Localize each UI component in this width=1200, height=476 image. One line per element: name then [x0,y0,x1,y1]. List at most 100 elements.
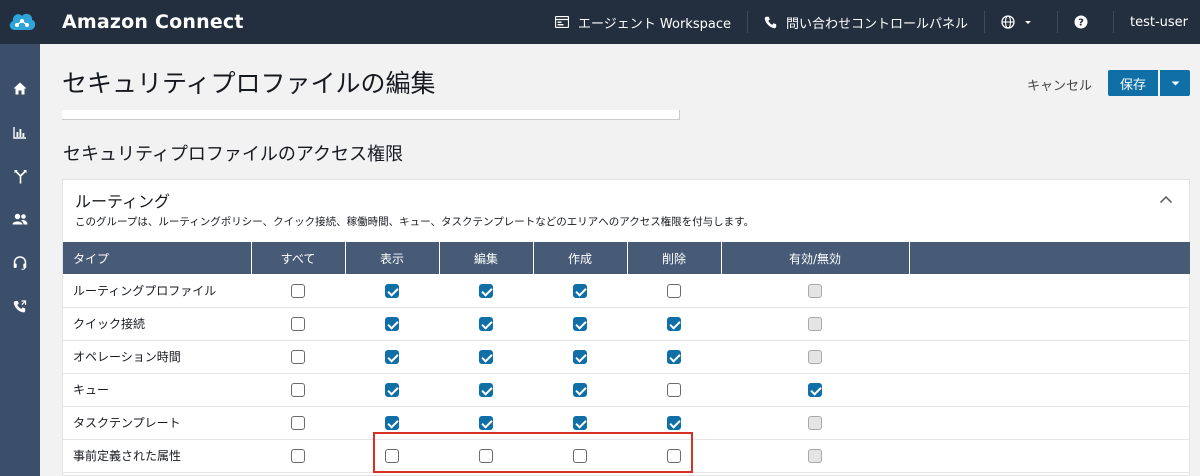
collapse-panel-button[interactable] [1157,190,1175,208]
save-button[interactable]: 保存 [1108,70,1158,96]
svg-text:?: ? [1078,18,1084,29]
edit-checkbox[interactable] [479,316,493,331]
column-header-view: 表示 [345,242,440,274]
all-checkbox[interactable] [291,316,305,331]
agent-workspace-label: エージェント Workspace [578,16,731,32]
main-content: セキュリティプロファイルのアクセス権限 ルーティング このグループは、ルーティン… [40,110,1200,476]
edit-checkbox[interactable] [479,283,493,298]
delete-checkbox[interactable] [667,349,681,364]
row-type-label: クイック接続 [63,307,251,341]
edit-checkbox[interactable] [479,382,493,397]
all-checkbox[interactable] [291,382,305,397]
create-checkbox[interactable] [573,448,587,463]
users-icon[interactable] [0,207,40,231]
table-row: キュー [63,373,1190,407]
cell-edit [439,406,533,440]
amazon-connect-logo-icon[interactable] [0,0,44,44]
edit-checkbox[interactable] [479,415,493,430]
delete-checkbox[interactable] [667,448,681,463]
enable-checkbox [808,382,822,397]
view-checkbox[interactable] [385,448,399,463]
view-checkbox[interactable] [385,283,399,298]
table-row: 事前定義された属性 [63,439,1190,473]
column-header-create: 作成 [533,242,628,274]
cell-view [345,439,439,473]
column-header-edit: 編集 [439,242,534,274]
view-checkbox[interactable] [385,382,399,397]
cell-delete [627,274,721,308]
routing-panel-title: ルーティング [75,192,171,211]
cell-view [345,373,439,407]
view-checkbox[interactable] [385,415,399,430]
row-type-label: キュー [63,373,251,407]
contact-phone-icon[interactable] [0,295,40,319]
permissions-section-title: セキュリティプロファイルのアクセス権限 [63,144,404,165]
row-spacer [909,373,1190,407]
cell-create [533,307,627,341]
cancel-button[interactable]: キャンセル [1027,75,1092,94]
cell-enable [721,373,909,407]
row-spacer [909,340,1190,374]
language-selector[interactable] [983,11,1057,33]
cell-view [345,274,439,308]
create-checkbox[interactable] [573,283,587,298]
cell-enable [721,406,909,440]
enable-checkbox [808,415,822,430]
cell-edit [439,373,533,407]
cell-all [251,340,345,374]
create-checkbox[interactable] [573,415,587,430]
cell-all [251,274,345,308]
row-type-label: タスクテンプレート [63,406,251,440]
chevron-up-icon [1159,195,1173,203]
table-row: ルーティングプロファイル [63,274,1190,308]
routing-permissions-table: タイプ すべて 表示 編集 作成 削除 有効/無効 ルーティングプロファイル クイ… [63,242,1190,473]
column-header-spacer [909,242,1190,274]
edit-checkbox[interactable] [479,448,493,463]
table-row: オペレーション時間 [63,340,1190,374]
previous-card-edge [62,110,680,120]
all-checkbox[interactable] [291,448,305,463]
cell-edit [439,307,533,341]
save-dropdown-button[interactable] [1160,70,1190,96]
routing-icon[interactable] [0,164,40,188]
left-navigation-rail [0,44,40,476]
workspace-icon [555,16,570,28]
contact-control-panel-label: 問い合わせコントロールパネル [785,16,968,32]
help-button[interactable]: ? [1056,11,1113,33]
headset-icon[interactable] [0,251,40,275]
phone-icon [764,16,777,28]
cell-enable [721,340,909,374]
delete-checkbox[interactable] [667,415,681,430]
column-header-all: すべて [251,242,346,274]
all-checkbox[interactable] [291,349,305,364]
cell-enable [721,307,909,341]
cell-edit [439,439,533,473]
create-checkbox[interactable] [573,316,587,331]
routing-permissions-panel: ルーティング このグループは、ルーティングポリシー、クイック接続、稼働時間、キュ… [62,179,1190,476]
edit-checkbox[interactable] [479,349,493,364]
create-checkbox[interactable] [573,382,587,397]
all-checkbox[interactable] [291,283,305,298]
cell-create [533,439,627,473]
cell-all [251,406,345,440]
contact-control-panel-link[interactable]: 問い合わせコントロールパネル [746,11,984,33]
all-checkbox[interactable] [291,415,305,430]
page-title: セキュリティプロファイルの編集 [62,69,436,98]
user-name: test-user [1129,14,1188,30]
row-type-label: オペレーション時間 [63,340,251,374]
user-menu[interactable]: test-user [1112,11,1200,33]
home-icon[interactable] [0,76,40,100]
delete-checkbox[interactable] [667,316,681,331]
view-checkbox[interactable] [385,349,399,364]
view-checkbox[interactable] [385,316,399,331]
agent-workspace-link[interactable]: エージェント Workspace [539,11,747,33]
enable-checkbox [808,448,822,463]
cell-view [345,307,439,341]
delete-checkbox[interactable] [667,382,681,397]
cell-create [533,274,627,308]
delete-checkbox[interactable] [667,283,681,298]
cell-edit [439,274,533,308]
create-checkbox[interactable] [573,349,587,364]
analytics-icon[interactable] [0,120,40,144]
cell-all [251,373,345,407]
